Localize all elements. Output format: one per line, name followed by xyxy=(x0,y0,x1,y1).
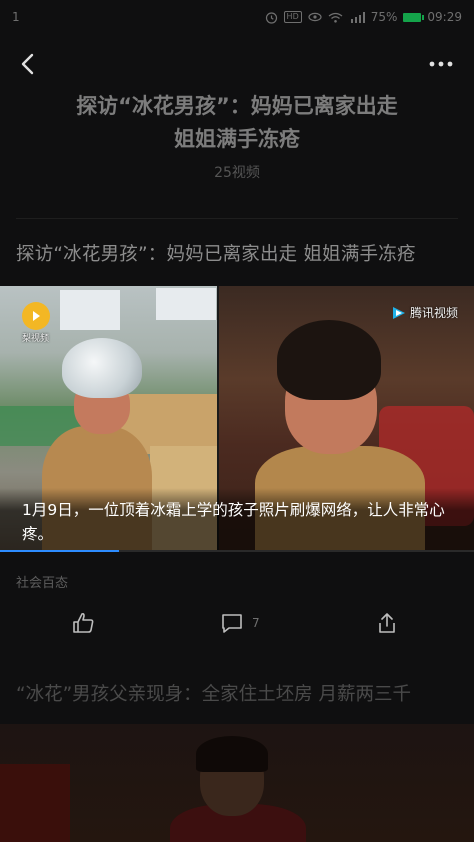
classroom-poster xyxy=(156,288,216,320)
next-video-title[interactable]: “冰花”男孩父亲现身：全家住土坯房 月薪两三千 xyxy=(16,680,474,706)
more-button[interactable] xyxy=(424,48,458,80)
boy-closeup-hair xyxy=(277,320,381,400)
share-icon xyxy=(379,613,395,633)
divider xyxy=(16,218,458,219)
wifi-icon xyxy=(328,12,343,23)
status-bar: 1 HD 75% 09:29 xyxy=(0,0,474,34)
classroom-board xyxy=(60,290,120,330)
video-title[interactable]: 探访“冰花男孩”：妈妈已离家出走 姐姐满手冻疮 xyxy=(16,240,466,266)
action-bar: 7 xyxy=(0,606,474,640)
album-header: 探访“冰花男孩”：妈妈已离家出走 姐姐满手冻疮 25视频 xyxy=(0,90,474,182)
status-right-group: HD 75% 09:29 xyxy=(265,10,462,24)
tencent-video-logo: 腾讯视频 xyxy=(391,304,458,321)
back-button[interactable] xyxy=(12,48,44,80)
comment-button[interactable]: 7 xyxy=(220,606,260,640)
alarm-icon xyxy=(265,11,278,24)
pear-video-logo: 梨视频 xyxy=(22,302,50,344)
eye-icon xyxy=(308,12,322,22)
top-nav xyxy=(0,36,474,92)
next-video-thumbnail[interactable] xyxy=(0,724,474,842)
video-player[interactable]: 梨视频 腾讯视频 1月9日，一位顶着冰霜上学的孩子照片刷爆网络，让人非常心疼。 xyxy=(0,286,474,552)
boy-frosted-hair xyxy=(62,338,142,398)
source-label[interactable]: 社会百态 xyxy=(16,572,68,591)
tencent-video-logo-text: 腾讯视频 xyxy=(409,306,458,320)
tencent-video-icon xyxy=(392,306,405,319)
like-button[interactable] xyxy=(72,606,96,640)
comment-count: 7 xyxy=(252,616,260,630)
video-progress-bar[interactable] xyxy=(0,550,474,552)
battery-percent: 75% xyxy=(370,10,398,24)
battery-icon xyxy=(403,12,425,22)
video-subtitle: 1月9日，一位顶着冰霜上学的孩子照片刷爆网络，让人非常心疼。 xyxy=(0,488,474,552)
thumbnail-background-object xyxy=(0,764,70,842)
status-left-indicator: 1 xyxy=(12,10,20,24)
pear-video-logo-text: 梨视频 xyxy=(22,334,50,344)
ellipsis-icon xyxy=(429,61,453,67)
comment-icon xyxy=(222,614,242,633)
video-progress-fill xyxy=(0,550,119,552)
father-figure-hair xyxy=(196,736,268,772)
pear-icon xyxy=(22,302,50,330)
album-title-line2: 姐姐满手冻疮 xyxy=(174,127,300,151)
clock-time: 09:29 xyxy=(427,10,462,24)
signal-icon xyxy=(349,11,365,23)
hd-icon: HD xyxy=(283,11,302,23)
album-title-line1: 探访“冰花男孩”：妈妈已离家出走 xyxy=(76,94,398,118)
share-button[interactable] xyxy=(375,606,399,640)
album-video-count: 25视频 xyxy=(214,165,260,181)
thumbs-up-icon xyxy=(73,612,94,633)
chevron-left-icon xyxy=(21,53,34,75)
